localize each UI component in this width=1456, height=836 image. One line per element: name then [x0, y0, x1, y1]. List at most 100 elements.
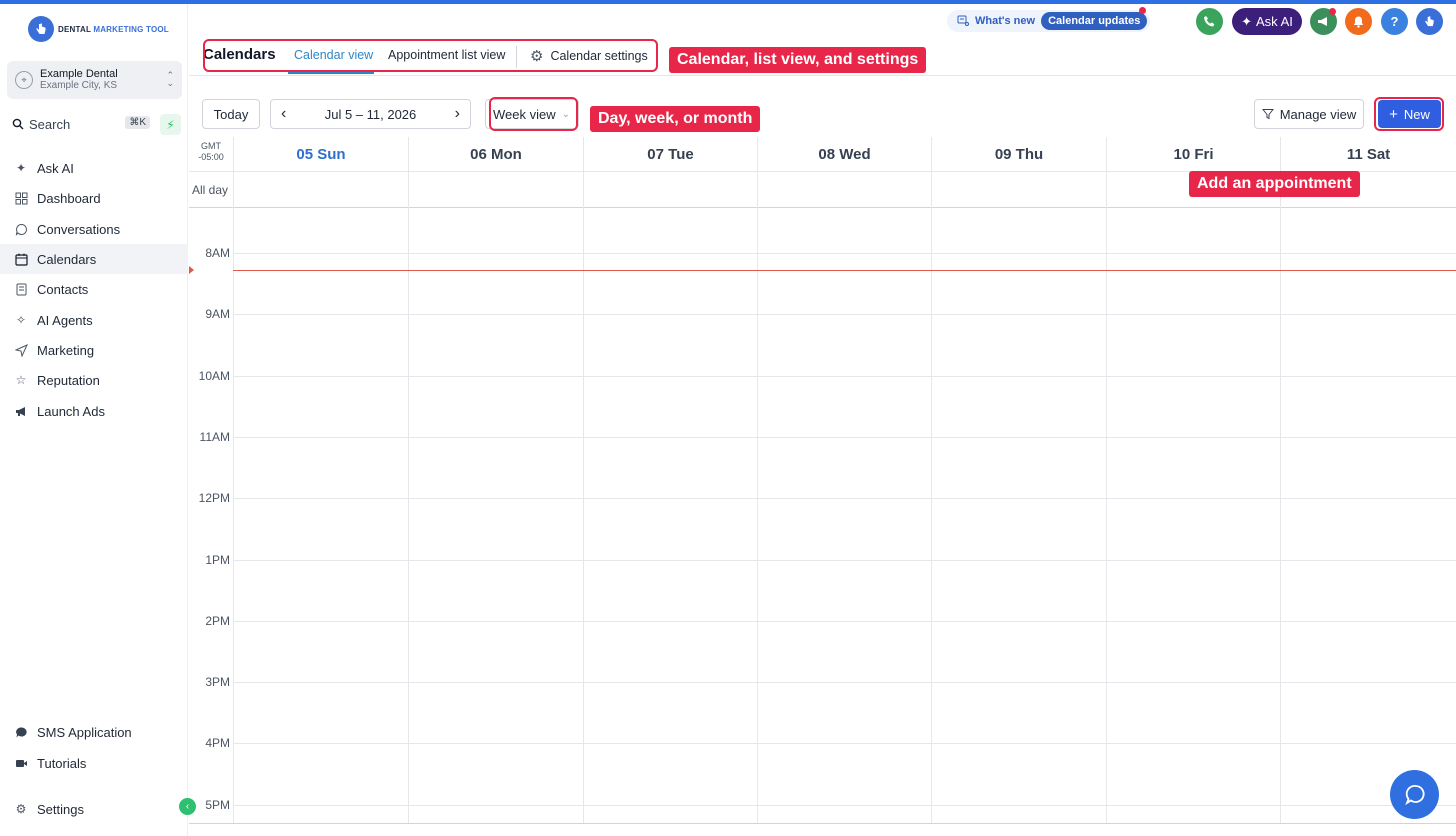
active-tab-indicator: [288, 72, 374, 74]
timezone-label: GMT -05:00: [198, 141, 224, 162]
day-header-tue[interactable]: 07 Tue: [583, 137, 757, 171]
sidebar-item-tutorials[interactable]: Tutorials: [0, 748, 188, 778]
all-day-label: All day: [192, 183, 229, 197]
whats-new-label: What's new: [975, 15, 1036, 27]
message-icon: [14, 725, 28, 739]
day-header-fri[interactable]: 10 Fri: [1106, 137, 1280, 171]
hour-label: 1PM: [205, 552, 230, 567]
grid-line: [408, 172, 409, 209]
notifications-button[interactable]: [1345, 8, 1372, 35]
hour-line: [233, 253, 1456, 254]
today-button[interactable]: Today: [202, 99, 260, 129]
notification-dot: [1139, 7, 1146, 14]
sidebar-item-ai-agents[interactable]: ✧ AI Agents: [0, 305, 188, 335]
chevron-up-down-icon: ⌃ ⌄: [166, 70, 174, 88]
day-header-wed[interactable]: 08 Wed: [757, 137, 931, 171]
day-header-mon[interactable]: 06 Mon: [408, 137, 583, 171]
day-header-thu[interactable]: 09 Thu: [931, 137, 1106, 171]
time-grid[interactable]: 8AM 9AM 10AM 11AM 12PM 1PM 2PM 3PM 4PM 5PM: [189, 209, 1456, 823]
date-range: Jul 5 – 11, 2026: [324, 106, 417, 122]
day-header-sun[interactable]: 05 Sun: [233, 137, 408, 171]
sidebar-item-label: Calendars: [37, 251, 97, 267]
grid-line: [1106, 172, 1107, 209]
chat-support-icon: [1404, 784, 1425, 805]
current-time-marker: [189, 266, 194, 274]
sidebar-item-label: Launch Ads: [37, 403, 105, 419]
account-location: Example City, KS: [40, 80, 118, 91]
search-shortcut: ⌘K: [125, 116, 150, 129]
search-icon: [12, 118, 24, 130]
sidebar-item-conversations[interactable]: Conversations: [0, 214, 188, 244]
day-header-sat[interactable]: 11 Sat: [1280, 137, 1456, 171]
hour-line: [233, 375, 1456, 377]
whats-new-banner[interactable]: What's new Calendar updates: [947, 10, 1151, 32]
week-calendar: GMT -05:00 05 Sun 06 Mon 07 Tue 08 Wed 0…: [189, 137, 1456, 823]
help-icon: ?: [1390, 14, 1399, 29]
prev-week-button[interactable]: ‹: [281, 105, 286, 123]
phone-icon: [1204, 16, 1215, 27]
hour-label: 10AM: [198, 368, 230, 383]
hour-label: 11AM: [199, 429, 230, 444]
sidebar-item-dashboard[interactable]: Dashboard: [0, 183, 188, 213]
search-box[interactable]: ⌘K: [7, 111, 152, 137]
sidebar-item-label: Settings: [37, 801, 84, 817]
location-icon: ⌖: [15, 71, 33, 89]
annotation-view-label: Day, week, or month: [590, 106, 761, 132]
manage-view-button[interactable]: Manage view: [1254, 99, 1364, 129]
filter-icon: [1261, 109, 1274, 120]
grid-line: [757, 172, 758, 209]
support-chat-button[interactable]: [1390, 770, 1439, 819]
grid-line: [233, 172, 234, 209]
hour-line: [233, 620, 1456, 622]
quick-action-bolt-icon[interactable]: ⚡: [160, 114, 181, 135]
sidebar-item-ask-ai[interactable]: ✦ Ask AI: [0, 153, 188, 183]
phone-button[interactable]: [1196, 8, 1223, 35]
grid-line: [931, 209, 932, 823]
calendar-icon: [14, 252, 28, 266]
sidebar-item-label: Tutorials: [37, 755, 87, 771]
video-icon: [14, 756, 28, 770]
sidebar-item-calendars[interactable]: Calendars: [0, 244, 188, 274]
logo-hand-icon: [28, 16, 54, 42]
next-week-button[interactable]: ›: [455, 105, 460, 123]
megaphone-icon: [14, 404, 28, 418]
bell-icon: [1353, 16, 1364, 28]
account-switcher[interactable]: ⌖ Example Dental Example City, KS ⌃ ⌄: [7, 61, 182, 99]
date-navigator: ‹ Jul 5 – 11, 2026 ›: [270, 99, 471, 129]
hour-line: [233, 743, 1456, 745]
chat-bubble-icon: [14, 222, 28, 236]
ask-ai-button[interactable]: ✦ Ask AI: [1232, 8, 1302, 35]
gear-icon: ⚙: [15, 802, 27, 816]
annotation-new-label: Add an appointment: [1189, 171, 1360, 197]
account-name: Example Dental: [40, 68, 118, 80]
grid-icon: [14, 191, 28, 205]
hand-pointer-icon: [1425, 16, 1434, 27]
sidebar-item-launch-ads[interactable]: Launch Ads: [0, 396, 188, 426]
user-avatar[interactable]: [1416, 8, 1443, 35]
sparkle-icon: ✦: [1241, 13, 1253, 29]
hour-label: 12PM: [198, 491, 230, 506]
hour-line: [233, 559, 1456, 561]
hour-line: [233, 436, 1456, 438]
send-icon: [14, 343, 28, 357]
grid-line: [233, 209, 234, 823]
sidebar-item-settings[interactable]: ⚙ Settings: [0, 794, 188, 824]
sidebar-item-marketing[interactable]: Marketing: [0, 335, 188, 365]
app-logo[interactable]: DENTAL MARKETING TOOL: [28, 16, 169, 42]
grid-line: [757, 209, 758, 823]
hour-label: 8AM: [205, 246, 230, 260]
annotation-view-highlight: [489, 97, 578, 131]
sidebar-item-sms-application[interactable]: SMS Application: [0, 717, 188, 747]
contacts-icon: [14, 282, 28, 296]
hour-label: 2PM: [205, 613, 230, 628]
sidebar-item-reputation[interactable]: ☆ Reputation: [0, 365, 188, 395]
sidebar-item-label: Contacts: [37, 281, 89, 297]
calendar-updates-pill[interactable]: Calendar updates: [1041, 12, 1148, 30]
hour-line: [233, 498, 1456, 500]
grid-line: [1280, 209, 1281, 823]
sidebar-item-contacts[interactable]: Contacts: [0, 274, 188, 304]
notification-dot: [1329, 8, 1336, 15]
search-input[interactable]: [29, 116, 119, 132]
help-button[interactable]: ?: [1381, 8, 1408, 35]
sidebar: DENTAL MARKETING TOOL ⌖ Example Dental E…: [0, 4, 188, 836]
